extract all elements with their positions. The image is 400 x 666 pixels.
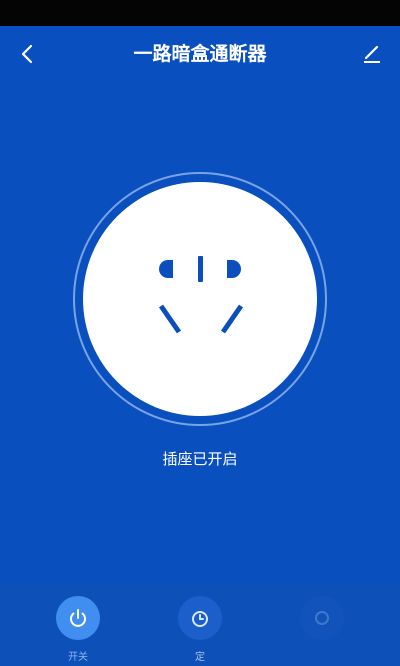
main-panel: 插座已开启 xyxy=(0,82,400,584)
power-icon xyxy=(70,609,86,627)
tab-timer-label: 定 xyxy=(195,652,205,663)
pencil-edit-icon xyxy=(364,45,380,63)
power-socket-icon xyxy=(158,256,244,334)
socket-status-text: 插座已开启 xyxy=(162,450,238,468)
tab-power-switch[interactable]: 开关 xyxy=(38,594,118,663)
tab-power-label: 开关 xyxy=(68,652,88,663)
tab-more[interactable] xyxy=(282,594,362,662)
edit-button[interactable] xyxy=(354,36,390,72)
chevron-left-icon xyxy=(21,44,33,64)
status-bar xyxy=(0,0,400,26)
more-button-circle xyxy=(300,596,344,640)
timer-icon xyxy=(192,611,208,627)
more-icon xyxy=(315,611,329,625)
power-button-circle xyxy=(56,596,100,640)
tab-timer[interactable]: 定 xyxy=(160,594,240,663)
bottom-action-bar: 开关 定 xyxy=(0,584,400,666)
page-title: 一路暗盒通断器 xyxy=(133,43,267,65)
back-button[interactable] xyxy=(10,36,46,72)
header: 一路暗盒通断器 xyxy=(0,26,400,82)
socket-toggle-button[interactable] xyxy=(83,182,317,416)
timer-button-circle xyxy=(178,596,222,640)
